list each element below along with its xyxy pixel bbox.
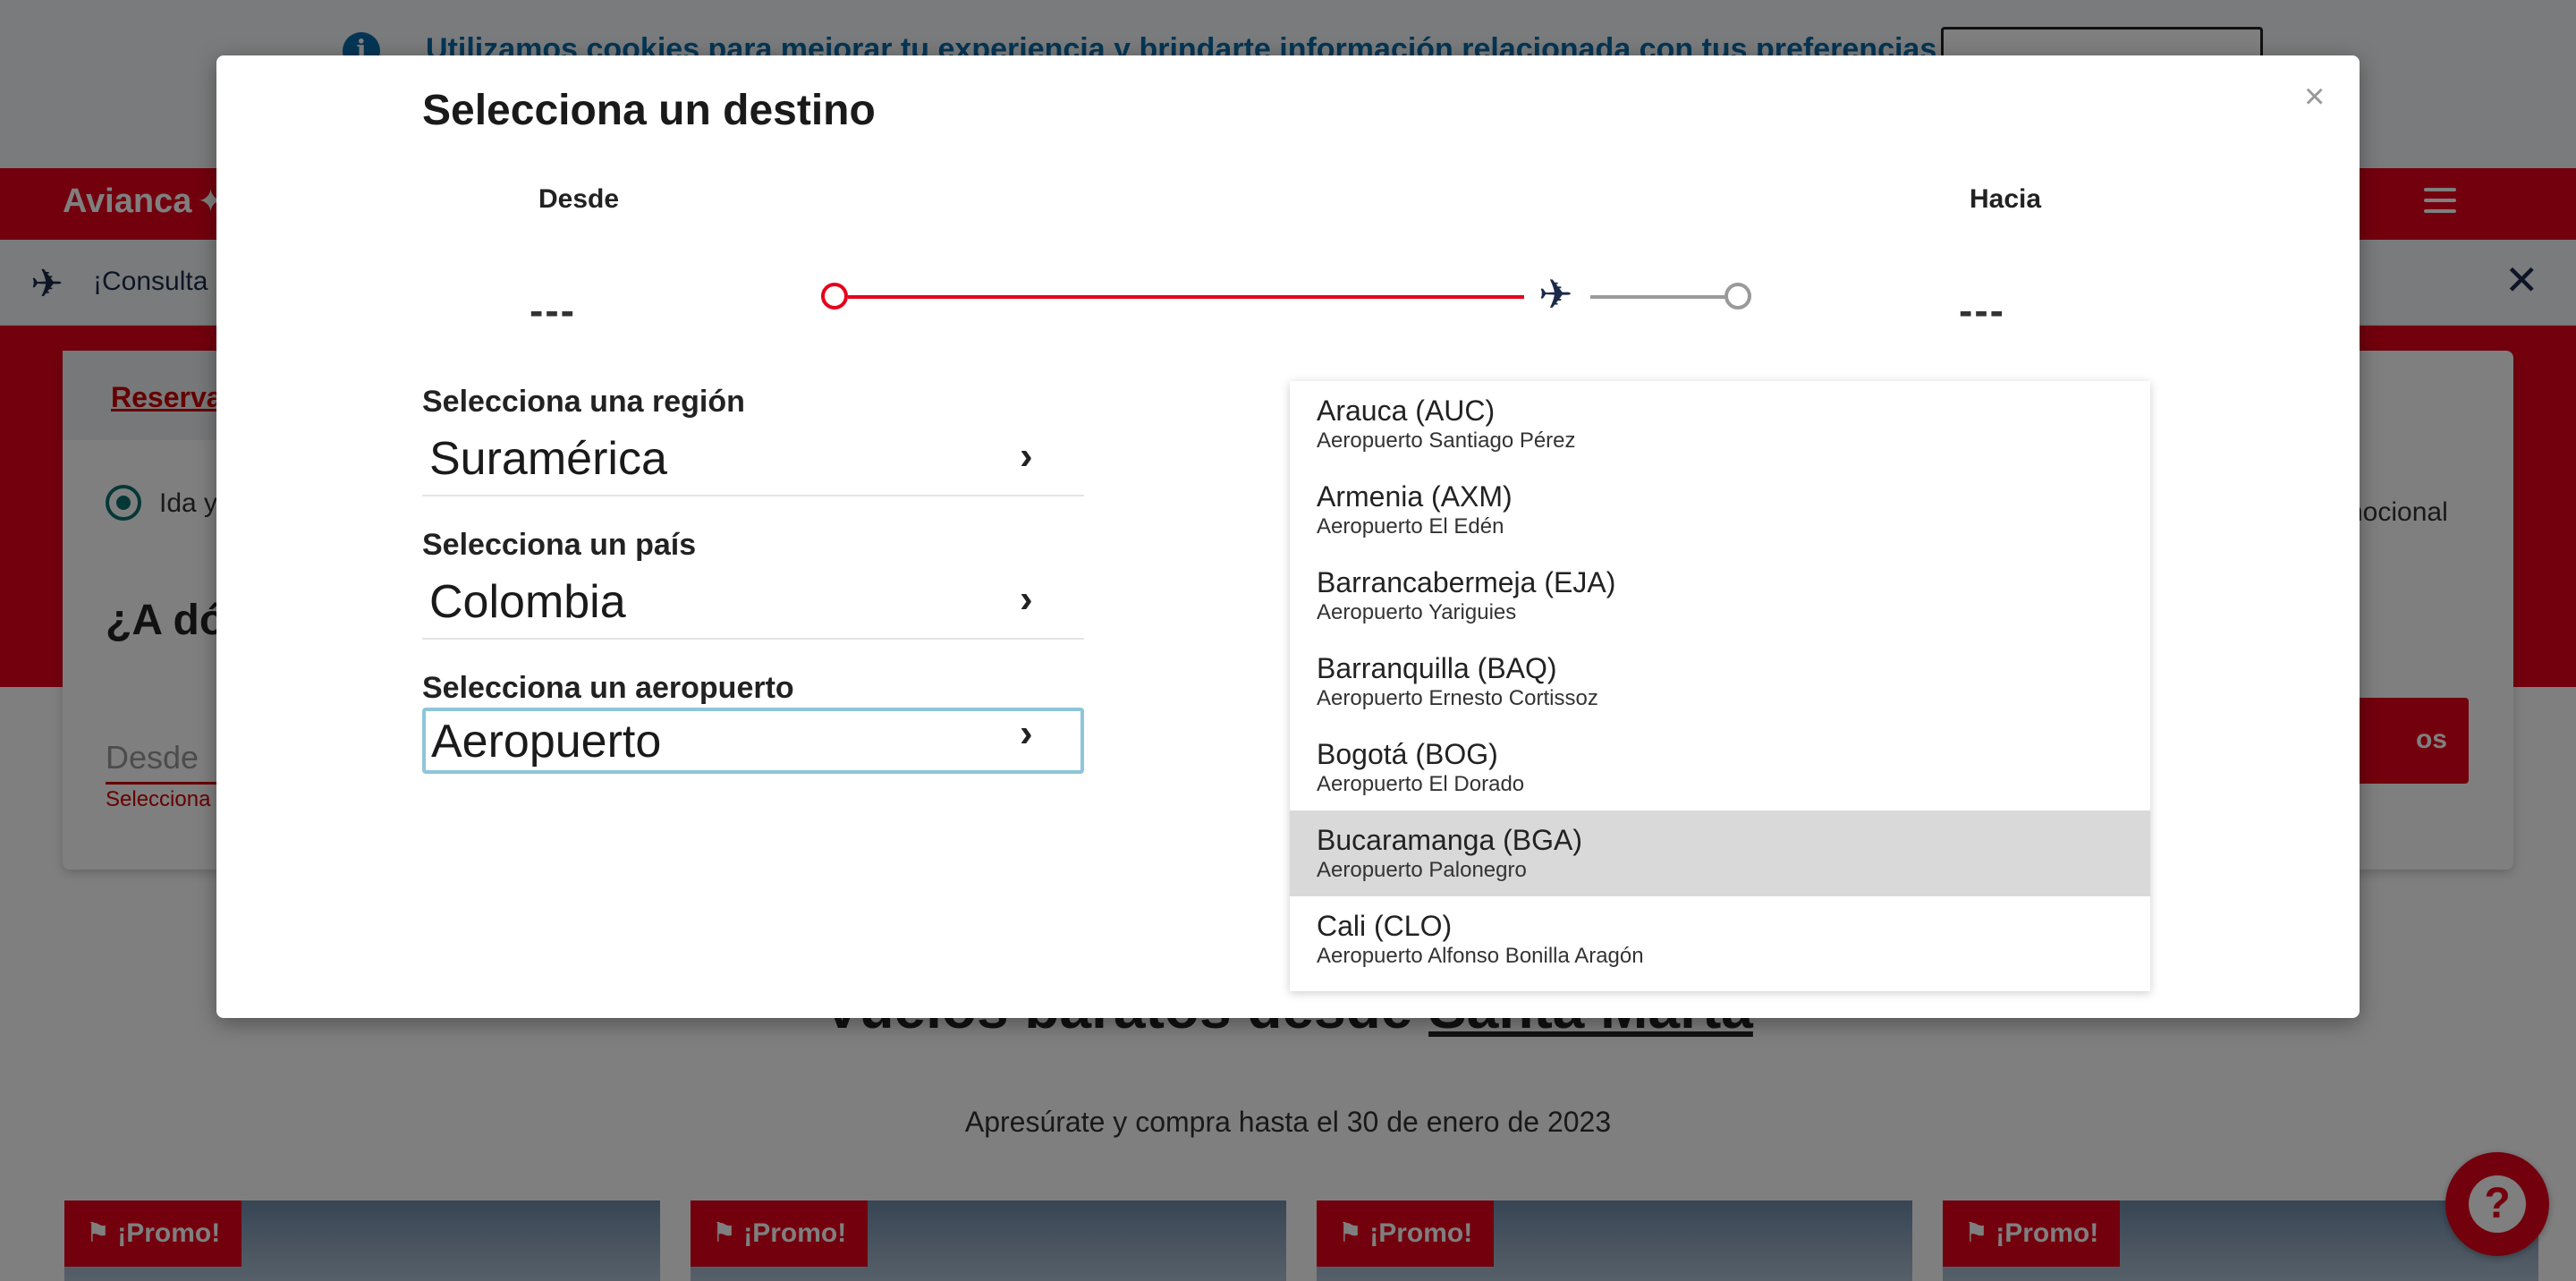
route-progress-line bbox=[848, 295, 1524, 299]
from-code: --- bbox=[530, 287, 576, 334]
from-label: Desde bbox=[538, 184, 620, 214]
region-label: Selecciona una región bbox=[422, 385, 745, 419]
modal-title: Selecciona un destino bbox=[422, 87, 876, 134]
airport-option-airport: Aeropuerto El Edén bbox=[1317, 514, 1504, 539]
airport-option-name: Bucaramanga (BGA) bbox=[1317, 824, 1583, 856]
chevron-right-icon: › bbox=[1020, 711, 1033, 755]
airport-option-name: Arauca (AUC) bbox=[1317, 394, 1496, 427]
airport-input[interactable]: Aeropuerto › bbox=[422, 708, 1084, 774]
chevron-right-icon: › bbox=[1020, 577, 1033, 621]
airplane-icon: ✈ bbox=[1538, 271, 1573, 318]
to-label: Hacia bbox=[1970, 184, 2042, 214]
country-dropdown[interactable]: Colombia › bbox=[422, 564, 1084, 640]
airport-option[interactable]: Arauca (AUC) Aeropuerto Santiago Pérez bbox=[1290, 381, 2150, 467]
region-value: Suramérica bbox=[429, 433, 667, 485]
country-selector: Selecciona un país Colombia › bbox=[422, 528, 1084, 640]
route-remaining-line bbox=[1590, 295, 1733, 299]
airport-selector: Selecciona un aeropuerto Aeropuerto › bbox=[422, 671, 1084, 774]
airport-label: Selecciona un aeropuerto bbox=[422, 671, 794, 705]
region-selector: Selecciona una región Suramérica › bbox=[422, 385, 1084, 496]
airport-option-airport: Aeropuerto Palonegro bbox=[1317, 858, 1527, 882]
country-value: Colombia bbox=[429, 576, 626, 628]
destination-modal: Selecciona un destino × Desde Hacia --- … bbox=[216, 55, 2360, 1018]
airport-option[interactable]: Armenia (AXM) Aeropuerto El Edén bbox=[1290, 467, 2150, 553]
airport-option-name: Barranquilla (BAQ) bbox=[1317, 652, 1557, 684]
airport-placeholder: Aeropuerto bbox=[431, 716, 662, 768]
airport-option-name: Cali (CLO) bbox=[1317, 910, 1453, 942]
airport-option-airport: Aeropuerto Alfonso Bonilla Aragón bbox=[1317, 944, 1644, 968]
chevron-right-icon: › bbox=[1020, 434, 1033, 478]
airport-list: Arauca (AUC) Aeropuerto Santiago Pérez A… bbox=[1290, 381, 2150, 991]
airport-option-airport: Aeropuerto El Dorado bbox=[1317, 772, 1525, 796]
airport-option-name: Armenia (AXM) bbox=[1317, 480, 1513, 513]
airport-option[interactable]: Cali (CLO) Aeropuerto Alfonso Bonilla Ar… bbox=[1290, 896, 2150, 982]
airport-option[interactable]: Barrancabermeja (EJA) Aeropuerto Yarigui… bbox=[1290, 553, 2150, 639]
airport-option-airport: Aeropuerto Santiago Pérez bbox=[1317, 428, 1576, 453]
airport-option[interactable]: Bogotá (BOG) Aeropuerto El Dorado bbox=[1290, 725, 2150, 810]
airport-option-airport: Aeropuerto Yariguies bbox=[1317, 600, 1517, 624]
airport-option[interactable]: Barranquilla (BAQ) Aeropuerto Ernesto Co… bbox=[1290, 639, 2150, 725]
airport-option-name: Barrancabermeja (EJA) bbox=[1317, 566, 1616, 598]
to-code: --- bbox=[1959, 287, 2005, 334]
destination-dot bbox=[1724, 283, 1751, 310]
region-dropdown[interactable]: Suramérica › bbox=[422, 421, 1084, 496]
country-label: Selecciona un país bbox=[422, 528, 697, 562]
airport-option-airport: Aeropuerto Ernesto Cortissoz bbox=[1317, 686, 1598, 710]
close-icon[interactable]: × bbox=[2304, 79, 2325, 115]
airport-option-name: Bogotá (BOG) bbox=[1317, 738, 1498, 770]
airport-option-highlighted[interactable]: Bucaramanga (BGA) Aeropuerto Palonegro bbox=[1290, 810, 2150, 896]
origin-dot bbox=[821, 283, 848, 310]
